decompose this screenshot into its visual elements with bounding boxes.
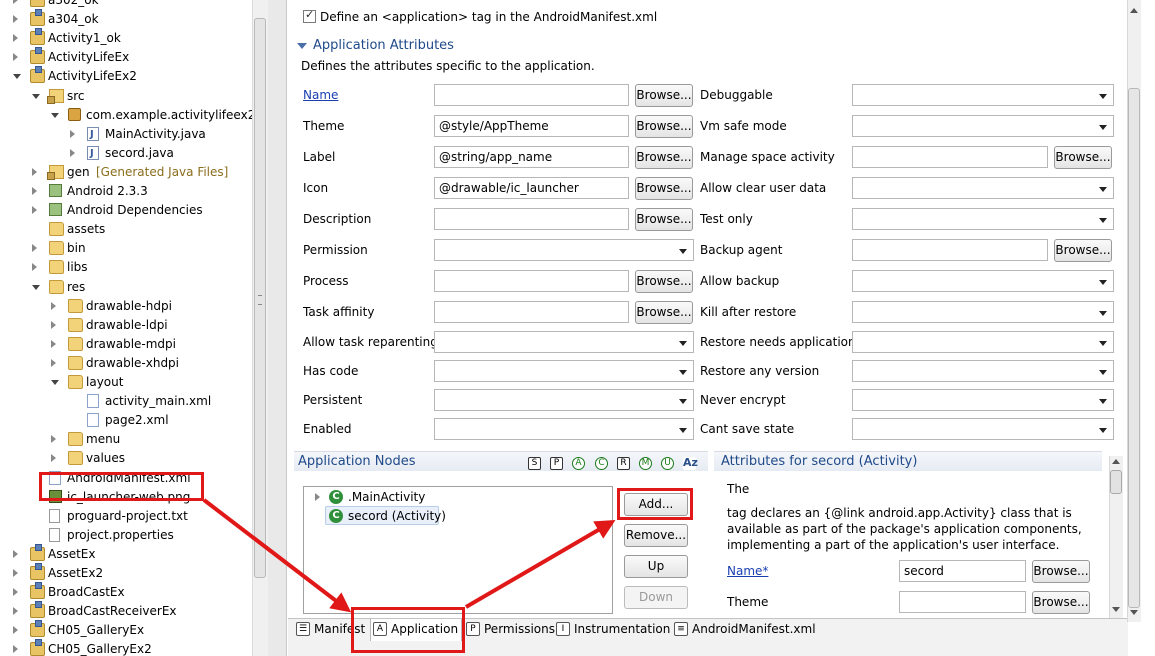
annotation-arrows [202,498,616,613]
annotation-arrow-to-add-button [464,519,616,609]
annotation-arrow-to-application-tab [202,498,352,613]
